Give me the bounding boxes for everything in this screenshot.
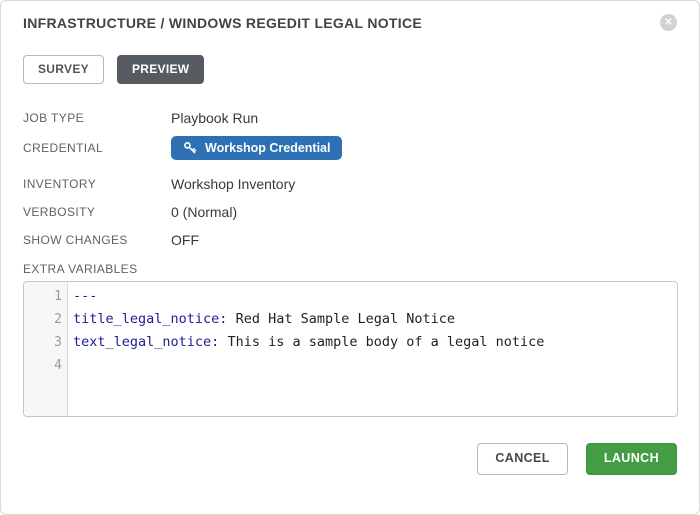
yaml-value: This is a sample body of a legal notice — [219, 334, 544, 350]
yaml-value: Red Hat Sample Legal Notice — [227, 311, 455, 327]
field-label-show-changes: SHOW CHANGES — [23, 233, 171, 247]
field-label-verbosity: VERBOSITY — [23, 205, 171, 219]
code-line: --- — [73, 285, 677, 308]
extra-variables-label: EXTRA VARIABLES — [23, 262, 677, 276]
close-icon[interactable]: ✕ — [660, 14, 677, 31]
field-row-job-type: JOB TYPE Playbook Run — [23, 104, 677, 132]
field-label-inventory: INVENTORY — [23, 177, 171, 191]
credential-badge[interactable]: Workshop Credential — [171, 136, 342, 160]
field-label-credential: CREDENTIAL — [23, 141, 171, 155]
tab-survey[interactable]: SURVEY — [23, 55, 104, 84]
cancel-button[interactable]: CANCEL — [477, 443, 567, 475]
key-icon — [183, 141, 197, 155]
yaml-token: title_legal_notice: — [73, 311, 227, 327]
modal-header: INFRASTRUCTURE / WINDOWS REGEDIT LEGAL N… — [23, 15, 677, 31]
field-value-job-type: Playbook Run — [171, 110, 258, 126]
modal-footer: CANCEL LAUNCH — [23, 443, 677, 475]
job-launch-preview-modal: INFRASTRUCTURE / WINDOWS REGEDIT LEGAL N… — [0, 0, 700, 515]
field-value-show-changes: OFF — [171, 232, 199, 248]
code-line: title_legal_notice: Red Hat Sample Legal… — [73, 308, 677, 331]
code-line: text_legal_notice: This is a sample body… — [73, 331, 677, 354]
line-number: 2 — [24, 308, 67, 331]
field-row-credential: CREDENTIAL Workshop Credential — [23, 132, 677, 164]
editor-gutter: 1 2 3 4 — [24, 282, 68, 416]
line-number: 3 — [24, 331, 67, 354]
field-value-inventory: Workshop Inventory — [171, 176, 295, 192]
extra-variables-editor[interactable]: 1 2 3 4 --- title_legal_notice: Red Hat … — [23, 281, 678, 417]
line-number: 1 — [24, 285, 67, 308]
yaml-token: text_legal_notice: — [73, 334, 219, 350]
field-value-verbosity: 0 (Normal) — [171, 204, 237, 220]
modal-title: INFRASTRUCTURE / WINDOWS REGEDIT LEGAL N… — [23, 15, 422, 31]
field-list: JOB TYPE Playbook Run CREDENTIAL Worksho… — [23, 104, 677, 254]
credential-badge-label: Workshop Credential — [205, 141, 330, 155]
line-number: 4 — [24, 354, 67, 377]
editor-code-area[interactable]: --- title_legal_notice: Red Hat Sample L… — [68, 282, 677, 416]
tab-bar: SURVEY PREVIEW — [23, 55, 677, 84]
tab-preview[interactable]: PREVIEW — [117, 55, 204, 84]
yaml-token: --- — [73, 288, 97, 304]
field-row-show-changes: SHOW CHANGES OFF — [23, 226, 677, 254]
field-row-verbosity: VERBOSITY 0 (Normal) — [23, 198, 677, 226]
field-label-job-type: JOB TYPE — [23, 111, 171, 125]
launch-button[interactable]: LAUNCH — [586, 443, 677, 475]
field-row-inventory: INVENTORY Workshop Inventory — [23, 170, 677, 198]
